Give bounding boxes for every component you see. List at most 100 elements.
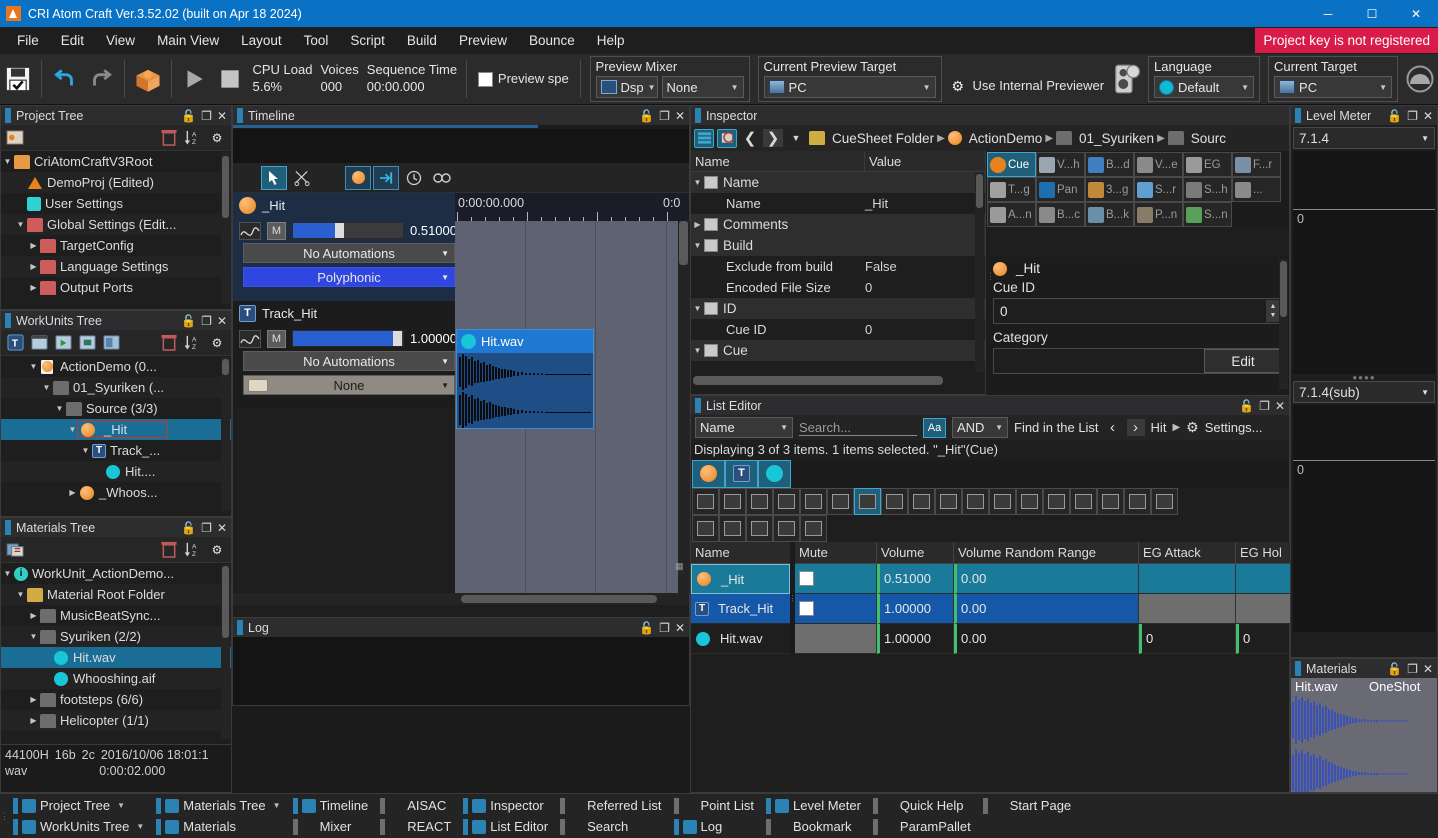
eg-hold-cell[interactable] bbox=[1236, 594, 1296, 624]
build-package-icon[interactable] bbox=[133, 60, 163, 98]
materials-tree-item-row[interactable]: ▼ Syuriken (2/2) bbox=[1, 626, 231, 647]
menu-main-view[interactable]: Main View bbox=[146, 30, 230, 51]
taskbar-item-mixer[interactable]: Mixer bbox=[287, 816, 375, 837]
delete-icon[interactable] bbox=[159, 128, 179, 147]
materials-tree-item-row[interactable]: ▶ footsteps (6/6) bbox=[1, 689, 231, 710]
category-field[interactable]: Edit bbox=[993, 348, 1283, 374]
import-icon[interactable] bbox=[719, 488, 746, 515]
close-icon[interactable]: ✕ bbox=[1275, 400, 1285, 412]
inspector-hscrollbar[interactable] bbox=[693, 376, 943, 385]
cue-pane-scrollbar[interactable] bbox=[1279, 259, 1288, 389]
close-icon[interactable]: ✕ bbox=[1423, 663, 1433, 675]
materials-tree-item-row[interactable]: Whooshing.aif bbox=[1, 668, 231, 689]
level-meter-sub-select[interactable]: 7.1.4(sub) ▼ bbox=[1293, 381, 1435, 403]
float-icon[interactable]: ❐ bbox=[659, 622, 670, 634]
gear-icon[interactable]: ⚙ bbox=[207, 128, 227, 147]
level-meter-toolbar-icon[interactable] bbox=[1405, 60, 1435, 98]
volume-random-range-cell[interactable]: 0.00 bbox=[954, 594, 1139, 624]
volume-cell[interactable]: 1.00000 bbox=[877, 624, 954, 654]
expand-arrow-icon[interactable]: ▶ bbox=[691, 220, 704, 229]
find-prev-button[interactable]: ‹ bbox=[1105, 419, 1121, 436]
chevron-down-icon[interactable]: ▼ bbox=[273, 801, 281, 810]
mixer-strip-icon[interactable] bbox=[989, 488, 1016, 515]
close-icon[interactable]: ✕ bbox=[675, 110, 685, 122]
eg-hold-cell[interactable] bbox=[1236, 564, 1296, 594]
list-editor-param-row-1[interactable] bbox=[691, 488, 1289, 515]
taskbar-item-quick-help[interactable]: Quick Help bbox=[867, 795, 977, 816]
folder-blue-icon[interactable] bbox=[101, 333, 121, 352]
mute-cell[interactable] bbox=[795, 564, 877, 594]
expand-arrow-icon[interactable]: ▼ bbox=[691, 178, 704, 187]
volume-random-range-cell[interactable]: 0.00 bbox=[954, 624, 1139, 654]
taskbar-grip[interactable]: ⋮ bbox=[0, 797, 9, 835]
list-row-name-cell[interactable]: _Hit bbox=[691, 564, 790, 594]
close-icon[interactable]: ✕ bbox=[675, 622, 685, 634]
mute-button[interactable]: M bbox=[267, 329, 286, 348]
taskbar-item-parampallet[interactable]: ParamPallet bbox=[867, 816, 977, 837]
list-row-name-cell[interactable]: T Track_Hit bbox=[691, 594, 790, 624]
materials-tree-item-row[interactable]: ▼ i WorkUnit_ActionDemo... bbox=[1, 563, 231, 584]
timeline-clip[interactable]: Hit.wav bbox=[456, 329, 594, 429]
taskbar-item-inspector[interactable]: Inspector bbox=[457, 795, 554, 816]
pan-icon[interactable] bbox=[935, 488, 962, 515]
materials-tree-scrollbar[interactable] bbox=[221, 564, 230, 739]
expand-arrow-icon[interactable]: ▶ bbox=[27, 695, 40, 704]
menu-view[interactable]: View bbox=[95, 30, 146, 51]
rows-icon[interactable] bbox=[1151, 488, 1178, 515]
taskbar-item-start-page[interactable]: Start Page bbox=[977, 795, 1077, 816]
param-button-eg[interactable]: EG bbox=[1183, 152, 1232, 177]
close-icon[interactable]: ✕ bbox=[1423, 110, 1433, 122]
taskbar-item-materials-tree[interactable]: Materials Tree ▼ bbox=[150, 795, 286, 816]
taskbar-item-level-meter[interactable]: Level Meter bbox=[760, 795, 867, 816]
maximize-button[interactable]: ☐ bbox=[1350, 0, 1394, 27]
new-cue-folder-icon[interactable] bbox=[77, 333, 97, 352]
delete-icon[interactable] bbox=[159, 540, 179, 559]
float-icon[interactable]: ❐ bbox=[1407, 110, 1418, 122]
inspector-row[interactable]: Name _Hit bbox=[691, 193, 985, 214]
float-icon[interactable]: ❐ bbox=[1407, 663, 1418, 675]
inspector-row-value[interactable]: False bbox=[865, 259, 985, 274]
inspector-row-value[interactable]: 0 bbox=[865, 280, 985, 295]
param-button-ve[interactable]: V...e bbox=[1134, 152, 1183, 177]
workunits-tree-list[interactable]: ▼ ActionDemo (0... ▼ 01_Syuriken (... ▼ Sourc… bbox=[1, 356, 231, 516]
project-tree-item-row[interactable]: ▶ TargetConfig bbox=[1, 235, 231, 256]
menu-script[interactable]: Script bbox=[339, 30, 396, 51]
param-button-sh[interactable]: S...h bbox=[1183, 177, 1232, 202]
timeline-canvas[interactable]: Hit.wav bbox=[455, 221, 689, 593]
level-meter-main-graph[interactable]: 0 bbox=[1293, 209, 1435, 374]
float-icon[interactable]: ❐ bbox=[659, 110, 670, 122]
expand-arrow-icon[interactable]: ▼ bbox=[14, 220, 27, 229]
param-button-fr[interactable]: F...r bbox=[1232, 152, 1281, 177]
materials-tree-item-row[interactable]: Hit.wav bbox=[1, 647, 231, 668]
clock-icon[interactable] bbox=[401, 166, 427, 190]
cue-type-select[interactable]: Polyphonic ▼ bbox=[243, 267, 455, 287]
chevron-down-icon[interactable]: ▼ bbox=[117, 801, 125, 810]
volume-cell[interactable]: 0.51000 bbox=[877, 564, 954, 594]
match-case-button[interactable]: Aa bbox=[923, 417, 946, 438]
param-button-3g[interactable]: 3...g bbox=[1085, 177, 1134, 202]
param-button-bd[interactable]: B...d bbox=[1085, 152, 1134, 177]
taskbar-item-list-editor[interactable]: List Editor bbox=[457, 816, 554, 837]
inspector-row[interactable]: ▶ Comments bbox=[691, 214, 985, 235]
expand-arrow-icon[interactable]: ▼ bbox=[40, 383, 53, 392]
lock-icon[interactable]: 🔓 bbox=[181, 110, 196, 122]
cue-volume-slider[interactable] bbox=[292, 222, 404, 239]
expand-arrow-icon[interactable]: ▼ bbox=[691, 241, 704, 250]
track-volume-slider[interactable] bbox=[292, 330, 404, 347]
volume-random-range-cell[interactable]: 0.00 bbox=[954, 564, 1139, 594]
level-meter-splitter[interactable]: ●●●● bbox=[1291, 373, 1437, 382]
inspector-back-button[interactable]: ❮ bbox=[740, 129, 760, 147]
new-project-icon[interactable] bbox=[5, 128, 25, 147]
block-icon[interactable] bbox=[1097, 488, 1124, 515]
float-icon[interactable]: ❐ bbox=[201, 110, 212, 122]
workunits-tree-item-row[interactable]: ▼ ActionDemo (0... bbox=[1, 356, 231, 377]
expand-arrow-icon[interactable]: ▶ bbox=[66, 488, 79, 497]
eg-hold-cell[interactable]: 0 bbox=[1236, 624, 1296, 654]
volume-cell[interactable]: 1.00000 bbox=[877, 594, 954, 624]
level-meter-sub-graph[interactable]: 0 bbox=[1293, 460, 1435, 632]
breadcrumb-source[interactable]: Sourc bbox=[1191, 131, 1226, 146]
expand-arrow-icon[interactable]: ▼ bbox=[691, 346, 704, 355]
pen-icon[interactable] bbox=[881, 488, 908, 515]
param-button-sr[interactable]: S...r bbox=[1134, 177, 1183, 202]
taskbar-item-bookmark[interactable]: Bookmark bbox=[760, 816, 867, 837]
